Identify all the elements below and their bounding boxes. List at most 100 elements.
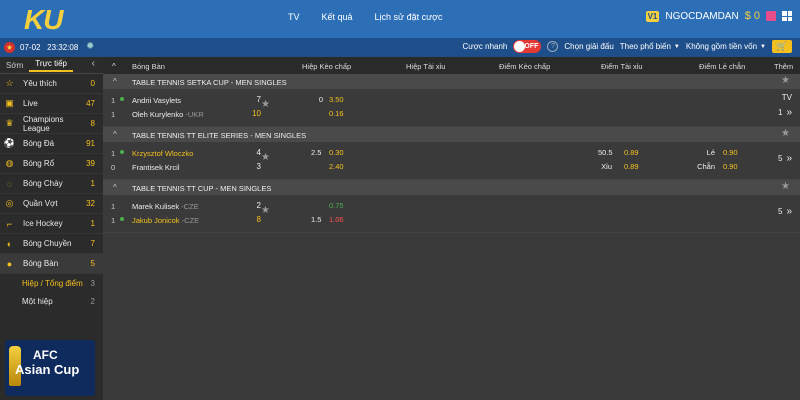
away-score: 10 bbox=[252, 109, 261, 118]
theme-toggle-icon[interactable]: ✹ bbox=[86, 41, 94, 52]
tv-link[interactable]: TV bbox=[782, 93, 792, 102]
collapse-chevron-icon[interactable]: ‹ bbox=[92, 58, 95, 69]
away-row: 0 Frantisek Krcil 3 2.40 Xỉu 0.89 Chẵn 0… bbox=[111, 162, 738, 172]
match-favorite-star-icon[interactable]: ★ bbox=[261, 152, 270, 163]
quick-bet-toggle[interactable]: OFF bbox=[513, 40, 542, 53]
over-odd[interactable]: 0.89 bbox=[624, 148, 639, 157]
favorite-star-icon[interactable]: ★ bbox=[781, 128, 790, 139]
collapse-all-caret-icon[interactable]: ^ bbox=[112, 62, 116, 71]
favorite-star-icon[interactable]: ★ bbox=[781, 181, 790, 192]
away-score: 3 bbox=[256, 162, 261, 171]
brand-logo[interactable]: KU bbox=[24, 4, 63, 36]
even-odd[interactable]: 0.90 bbox=[723, 162, 738, 171]
match-row: 1 Marek Kulisek -CZE 2 0.75 1 Jakub Joni… bbox=[103, 195, 800, 233]
help-icon[interactable]: ? bbox=[547, 41, 559, 52]
nav-results[interactable]: Kết quả bbox=[322, 12, 353, 22]
username[interactable]: NGOCDAMDAN bbox=[665, 11, 738, 22]
away-handicap: 1.5 bbox=[311, 215, 322, 224]
star-icon: ☆ bbox=[5, 78, 14, 88]
nav-tv[interactable]: TV bbox=[288, 12, 300, 22]
even-label: Chẵn bbox=[697, 162, 715, 171]
sidebar-item-soccer[interactable]: ⚽ Bóng Đá 91 bbox=[0, 134, 103, 154]
sidebar-item-volleyball[interactable]: ◐ Bóng Chuyền 7 bbox=[0, 234, 103, 254]
home-handicap-odd[interactable]: 0.75 bbox=[329, 201, 344, 210]
quick-bet-label: Cược nhanh bbox=[462, 42, 508, 51]
home-score: 2 bbox=[256, 201, 261, 210]
home-row: 1 Marek Kulisek -CZE 2 0.75 bbox=[111, 201, 344, 211]
favorite-star-icon[interactable]: ★ bbox=[781, 75, 790, 86]
collapse-caret-icon[interactable]: ^ bbox=[113, 183, 117, 192]
soccer-icon: ⚽ bbox=[3, 138, 16, 148]
league-header[interactable]: ^ TABLE TENNIS SETKA CUP - MEN SINGLES ★ bbox=[103, 74, 800, 89]
tab-early[interactable]: Sớm bbox=[0, 61, 29, 70]
odd-odd[interactable]: 0.90 bbox=[723, 148, 738, 157]
more-markets[interactable]: 1» bbox=[778, 107, 792, 118]
odds-table: ^ Bóng Bàn Hiệp Kèo chấp Hiệp Tài xỉu Đi… bbox=[103, 57, 800, 400]
sort-dropdown[interactable]: Theo phổ biến ▼ bbox=[620, 42, 680, 51]
more-markets[interactable]: 5» bbox=[778, 153, 792, 164]
sidebar-item-table-tennis[interactable]: ● Bóng Bàn 5 bbox=[0, 254, 103, 274]
home-row: 1 Krzysztof Wloczko 4 2.5 0.30 50.5 0.89… bbox=[111, 148, 738, 158]
nav-bet-history[interactable]: Lịch sử đặt cược bbox=[375, 12, 443, 22]
sidebar-item-favorites[interactable]: ☆ Yêu thích 0 bbox=[0, 74, 103, 94]
sidebar-subitem-one-set[interactable]: Một hiệp 2 bbox=[0, 292, 103, 310]
grid-menu-icon[interactable] bbox=[782, 11, 792, 21]
collapse-caret-icon[interactable]: ^ bbox=[113, 130, 117, 139]
collapse-caret-icon[interactable]: ^ bbox=[113, 77, 117, 86]
away-handicap-odd[interactable]: 2.40 bbox=[329, 162, 344, 171]
currency-dropdown[interactable]: Không gồm tiền vốn ▼ bbox=[686, 42, 766, 51]
top-bar: KU TV Kết quả Lịch sử đặt cược V1 NGOCDA… bbox=[0, 0, 800, 38]
sub-bar: ★ 07-02 23:32:08 ✹ Cược nhanh OFF ? Chọn… bbox=[0, 38, 800, 57]
vip-badge: V1 bbox=[645, 10, 660, 22]
away-score: 8 bbox=[256, 215, 261, 224]
match-row: 1 Krzysztof Wloczko 4 2.5 0.30 50.5 0.89… bbox=[103, 142, 800, 180]
time: 23:32:08 bbox=[47, 43, 79, 52]
over-line: 50.5 bbox=[598, 148, 613, 157]
under-odd[interactable]: 0.89 bbox=[624, 162, 639, 171]
sub-bar-controls: Cược nhanh OFF ? Chọn giải đấu Theo phổ … bbox=[463, 40, 792, 53]
away-row: 1 Jakub Jonicok -CZE 8 1.5 1.06 bbox=[111, 215, 344, 225]
chevron-right-icon: » bbox=[786, 107, 792, 118]
away-handicap-odd[interactable]: 0.16 bbox=[329, 109, 344, 118]
bet-slip-cart-icon[interactable]: 🛒 bbox=[772, 40, 792, 53]
column-header: ^ Bóng Bàn Hiệp Kèo chấp Hiệp Tài xỉu Đi… bbox=[103, 57, 800, 74]
sidebar-subitem-set-total[interactable]: Hiệp / Tổng điểm 3 bbox=[0, 274, 103, 292]
sidebar-item-baseball[interactable]: ◌ Bóng Chày 1 bbox=[0, 174, 103, 194]
league-header[interactable]: ^ TABLE TENNIS TT ELITE SERIES - MEN SIN… bbox=[103, 127, 800, 142]
col-set-handicap: Hiệp Kèo chấp bbox=[302, 62, 352, 71]
baseball-icon: ◌ bbox=[6, 178, 13, 189]
sidebar-item-ice-hockey[interactable]: ⌐ Ice Hockey 1 bbox=[0, 214, 103, 234]
col-set-over-under: Hiệp Tài xỉu bbox=[406, 62, 446, 71]
user-area: V1 NGOCDAMDAN $ 0 bbox=[645, 10, 792, 22]
home-handicap-odd[interactable]: 0.30 bbox=[329, 148, 344, 157]
basketball-icon: ◍ bbox=[5, 158, 14, 168]
under-label: Xỉu bbox=[601, 162, 612, 171]
sidebar-item-champions-league[interactable]: ♛ Champions League 8 bbox=[0, 114, 103, 134]
sidebar-item-basketball[interactable]: ◍ Bóng Rổ 39 bbox=[0, 154, 103, 174]
main-nav: TV Kết quả Lịch sử đặt cược bbox=[288, 12, 443, 22]
more-markets[interactable]: 5» bbox=[778, 206, 792, 217]
home-handicap: 0 bbox=[318, 95, 323, 104]
league-header[interactable]: ^ TABLE TENNIS TT CUP - MEN SINGLES ★ bbox=[103, 180, 800, 195]
home-handicap-odd[interactable]: 3.50 bbox=[329, 95, 344, 104]
home-handicap: 2.5 bbox=[311, 148, 322, 157]
tab-live[interactable]: Trực tiếp bbox=[29, 59, 73, 72]
table-tennis-icon: ● bbox=[6, 258, 13, 269]
gift-icon[interactable] bbox=[766, 11, 776, 21]
clock: 07-02 23:32:08 bbox=[20, 43, 78, 52]
afc-asian-cup-banner[interactable]: AFC Asian Cup bbox=[5, 340, 95, 396]
home-team: Krzysztof Wloczko bbox=[132, 149, 194, 158]
choose-league-button[interactable]: Chọn giải đấu bbox=[564, 42, 613, 51]
away-handicap-odd[interactable]: 1.06 bbox=[329, 215, 344, 224]
away-team: Oleh Kurylenko -UKR bbox=[132, 110, 204, 119]
sidebar-item-live[interactable]: ▣ Live 47 bbox=[0, 94, 103, 114]
sidebar-tabs: Sớm Trực tiếp ‹ bbox=[0, 57, 103, 74]
balance[interactable]: $ 0 bbox=[745, 10, 760, 22]
away-row: 1 Oleh Kurylenko -UKR 10 0.16 bbox=[111, 109, 344, 119]
trophy-icon: ♛ bbox=[5, 118, 14, 128]
match-favorite-star-icon[interactable]: ★ bbox=[261, 99, 270, 110]
col-point-odd-even: Điểm Lẻ chẵn bbox=[699, 62, 746, 71]
sidebar-item-tennis[interactable]: ◎ Quần Vợt 32 bbox=[0, 194, 103, 214]
chevron-down-icon: ▼ bbox=[760, 43, 766, 50]
match-favorite-star-icon[interactable]: ★ bbox=[261, 205, 270, 216]
